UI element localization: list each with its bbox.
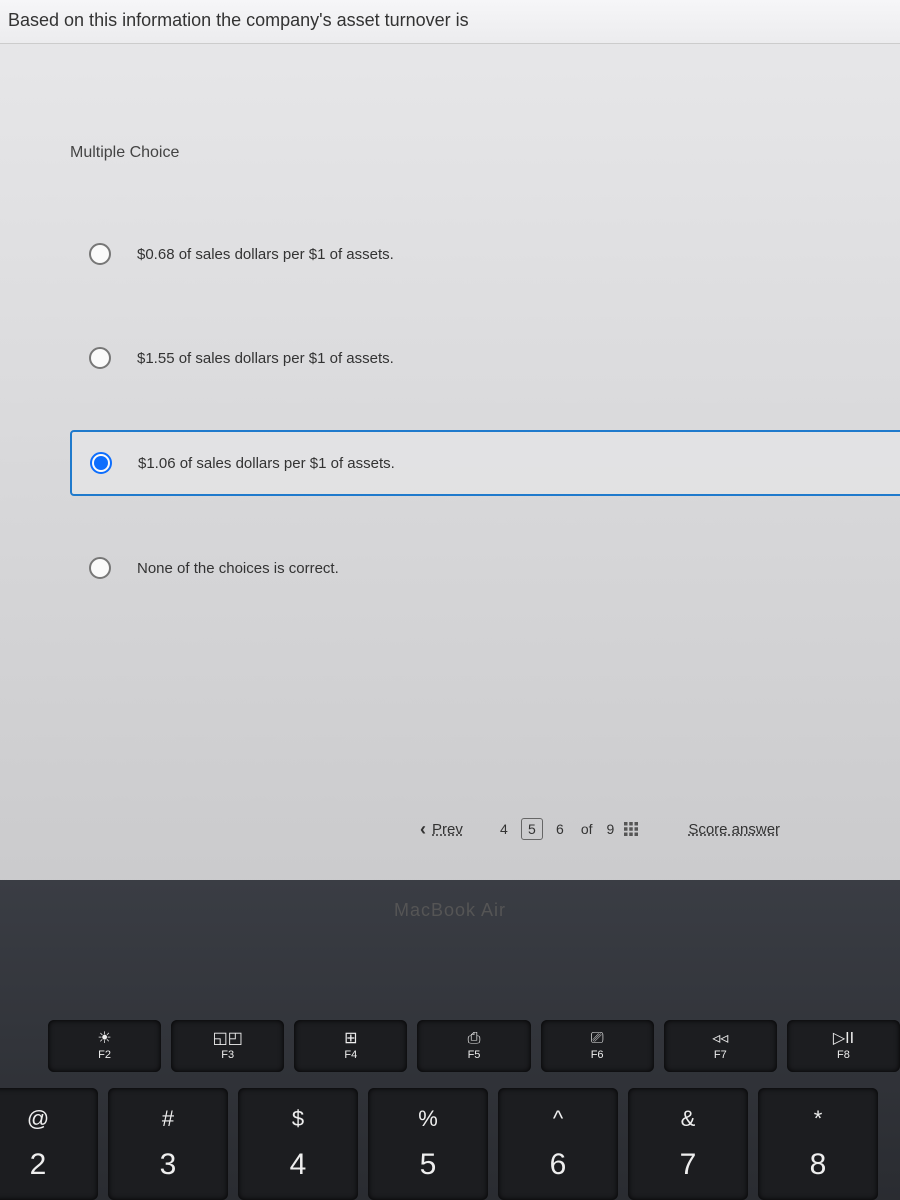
option-0[interactable]: $0.68 of sales dollars per $1 of assets. [70,222,900,286]
question-text: Based on this information the company's … [0,0,900,44]
key-number: 3 [160,1148,177,1182]
f2-key: ☀ F2 [48,1020,161,1072]
f8-key: ▷II F8 [787,1020,900,1072]
key-symbol: & [681,1106,696,1132]
page-6[interactable]: 6 [549,818,571,840]
number-key-row: @ 2 # 3 $ 4 % 5 ^ 6 & 7 * 8 [0,1088,900,1200]
radio-icon [89,347,111,369]
key-label: F5 [468,1049,481,1061]
mission-control-icon: ◱◰ [213,1031,243,1047]
key-label: F6 [591,1049,604,1061]
option-2[interactable]: $1.06 of sales dollars per $1 of assets. [70,430,900,496]
key-number: 6 [550,1148,567,1182]
function-key-row: ☀ F2 ◱◰ F3 ⊞ F4 ⎙ F5 ⎚ F6 ◃◃ F7 ▷II F8 [0,1020,900,1072]
key-label: F4 [344,1049,357,1061]
pager: 4 5 6 of 9 [493,818,638,840]
key-symbol: @ [27,1106,49,1132]
f3-key: ◱◰ F3 [171,1020,284,1072]
key-7: & 7 [628,1088,748,1200]
key-5: % 5 [368,1088,488,1200]
page-4[interactable]: 4 [493,818,515,840]
key-symbol: % [418,1106,438,1132]
f6-key: ⎚ F6 [541,1020,654,1072]
laptop-keyboard: MacBook Air ☀ F2 ◱◰ F3 ⊞ F4 ⎙ F5 ⎚ F6 ◃◃… [0,880,900,1200]
key-label: F7 [714,1049,727,1061]
f5-key: ⎙ F5 [417,1020,530,1072]
score-answer-link[interactable]: Score answer [688,821,780,838]
key-number: 5 [420,1148,437,1182]
prev-label: Prev [432,821,463,838]
rewind-icon: ◃◃ [712,1031,728,1047]
option-1[interactable]: $1.55 of sales dollars per $1 of assets. [70,326,900,390]
key-label: F8 [837,1049,850,1061]
key-number: 8 [810,1148,827,1182]
total-pages: 9 [607,821,615,837]
key-number: 4 [290,1148,307,1182]
key-4: $ 4 [238,1088,358,1200]
options-list: $0.68 of sales dollars per $1 of assets.… [60,222,900,600]
option-3[interactable]: None of the choices is correct. [70,536,900,600]
dictation-icon: ⎙ [468,1031,481,1047]
key-2: @ 2 [0,1088,98,1200]
laptop-brand: MacBook Air [0,900,900,921]
of-label: of [581,821,593,837]
nav-bar: ‹ Prev 4 5 6 of 9 Score answer [0,818,900,840]
key-label: F3 [221,1049,234,1061]
f4-key: ⊞ F4 [294,1020,407,1072]
key-3: # 3 [108,1088,228,1200]
key-symbol: $ [292,1106,304,1132]
option-label: $0.68 of sales dollars per $1 of assets. [137,246,394,263]
key-6: ^ 6 [498,1088,618,1200]
key-symbol: * [814,1106,823,1132]
play-pause-icon: ▷II [833,1031,854,1047]
brightness-icon: ☀ [97,1031,111,1047]
option-label: $1.06 of sales dollars per $1 of assets. [138,455,395,472]
key-number: 7 [680,1148,697,1182]
key-label: F2 [98,1049,111,1061]
chevron-left-icon: ‹ [420,819,426,840]
multiple-choice-label: Multiple Choice [70,144,900,162]
grid-icon[interactable] [624,822,638,836]
key-number: 2 [30,1148,47,1182]
key-8: * 8 [758,1088,878,1200]
option-label: None of the choices is correct. [137,560,339,577]
option-label: $1.55 of sales dollars per $1 of assets. [137,350,394,367]
f7-key: ◃◃ F7 [664,1020,777,1072]
dnd-icon: ⎚ [591,1031,604,1047]
launchpad-icon: ⊞ [344,1031,357,1047]
radio-icon [89,243,111,265]
key-symbol: # [162,1106,174,1132]
radio-icon [89,557,111,579]
prev-button[interactable]: ‹ Prev [420,819,463,840]
radio-icon [90,452,112,474]
key-symbol: ^ [553,1106,563,1132]
page-5[interactable]: 5 [521,818,543,840]
quiz-area: Multiple Choice $0.68 of sales dollars p… [0,44,900,600]
